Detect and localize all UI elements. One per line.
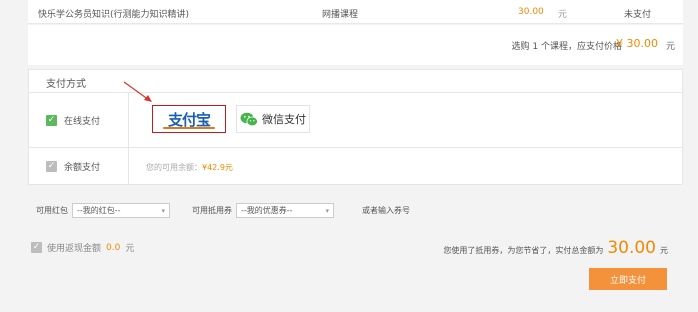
coupon-code-link[interactable]: 或者输入券号 xyxy=(362,205,410,216)
wechat-icon xyxy=(240,112,258,126)
course-status: 未支付 xyxy=(624,10,652,20)
course-name: 快乐学公务员知识(行测能力知识精讲) xyxy=(38,10,190,20)
check-icon[interactable]: ✓ xyxy=(31,242,42,253)
total-amount: 30.00 xyxy=(607,238,656,258)
summary-unit: 元 xyxy=(665,42,675,52)
alipay-option[interactable]: 支付宝 xyxy=(152,105,226,133)
course-row: 快乐学公务员知识(行测能力知识精讲) 网播课程 30.00 元 未支付 xyxy=(28,0,683,24)
online-payment-label: 在线支付 xyxy=(64,117,101,127)
total-payment: 您使用了抵用券，为您节省了，实付总金额为 30.00 元 xyxy=(443,238,668,258)
wechat-pay-option[interactable]: 微信支付 xyxy=(236,105,310,133)
coupon-label: 可用抵用券 xyxy=(192,206,232,215)
available-balance: 您的可用余额：¥42.9元 xyxy=(146,162,233,173)
online-payment-option[interactable]: ✓ 在线支付 xyxy=(46,114,100,127)
balance-payment-option[interactable]: ✓ 余额支付 xyxy=(46,160,100,173)
redpacket-label: 可用红包 xyxy=(36,206,68,215)
available-balance-label: 您的可用余额： xyxy=(146,163,202,172)
course-type: 网播课程 xyxy=(322,10,359,20)
cashback-option[interactable]: ✓ 使用返现金额 0.0 元 xyxy=(31,241,134,254)
check-icon[interactable]: ✓ xyxy=(46,161,57,172)
total-text: 您使用了抵用券，为您节省了，实付总金额为 xyxy=(443,246,604,255)
check-icon[interactable]: ✓ xyxy=(46,115,57,126)
coupon-select[interactable]: --我的优惠券-- ▾ xyxy=(236,203,334,218)
pay-now-button[interactable]: 立即支付 xyxy=(589,268,667,290)
payment-method-title: 支付方式 xyxy=(46,79,86,90)
pay-now-label: 立即支付 xyxy=(609,275,646,286)
order-summary: 选购 1 个课程，应支付价格 ¥ 30.00 元 xyxy=(28,25,683,65)
cashback-label: 使用返现金额 xyxy=(47,244,102,254)
chevron-down-icon: ▾ xyxy=(325,206,329,215)
divider xyxy=(29,147,682,148)
summary-text: 选购 1 个课程，应支付价格 xyxy=(511,42,622,52)
coupon-value: --我的优惠券-- xyxy=(241,206,293,215)
summary-amount: ¥ 30.00 xyxy=(616,37,658,50)
course-price-unit: 元 xyxy=(558,10,568,20)
wechat-pay-label: 微信支付 xyxy=(262,113,306,126)
redpacket-select[interactable]: --我的红包-- ▾ xyxy=(72,203,170,218)
available-balance-amount: ¥42.9元 xyxy=(202,163,233,172)
chevron-down-icon: ▾ xyxy=(161,206,165,215)
annotation-arrow-icon xyxy=(123,81,152,102)
course-price: 30.00 xyxy=(518,7,544,17)
discount-filters: 可用红包 --我的红包-- ▾ 可用抵用券 --我的优惠券-- ▾ 或者输入券号 xyxy=(36,203,410,218)
balance-payment-label: 余额支付 xyxy=(64,163,101,173)
cashback-unit: 元 xyxy=(125,244,135,254)
total-unit: 元 xyxy=(660,246,668,255)
cashback-amount: 0.0 xyxy=(106,242,121,253)
divider xyxy=(128,92,129,184)
redpacket-value: --我的红包-- xyxy=(77,206,121,215)
alipay-swoosh-icon xyxy=(163,127,215,129)
